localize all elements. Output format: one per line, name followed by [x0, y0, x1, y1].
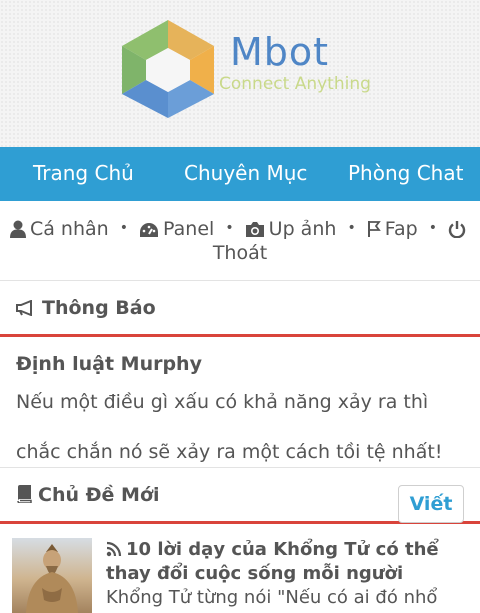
- separator: •: [347, 220, 356, 236]
- confucius-statue-image: [26, 544, 78, 613]
- user-icon: [9, 220, 26, 238]
- announcement-text: Nếu một điều gì xấu có khả năng xảy ra t…: [16, 391, 443, 463]
- panel-label: Panel: [163, 217, 215, 240]
- brand-name: Mbot: [230, 30, 330, 74]
- brand-tagline: Connect Anything: [219, 74, 371, 94]
- book-icon: [17, 485, 32, 503]
- announcement-heading: Thông Báo: [16, 297, 156, 319]
- separator: •: [428, 220, 437, 236]
- site-header: Mbot Connect Anything: [0, 0, 480, 147]
- separator: •: [225, 220, 234, 236]
- profile-label: Cá nhân: [29, 217, 109, 240]
- mbot-logo-icon[interactable]: [118, 18, 218, 120]
- profile-link[interactable]: Cá nhân: [9, 217, 109, 240]
- upload-link[interactable]: Up ảnh: [245, 217, 337, 240]
- topic-title-text: 10 lời dạy của Khổng Tử có thể thay đổi …: [106, 539, 439, 584]
- fap-label: Fap: [384, 217, 418, 240]
- announcement-title: Định luật Murphy: [16, 353, 202, 375]
- nav-item-home[interactable]: Trang Chủ: [33, 161, 134, 185]
- topic-thumbnail[interactable]: [12, 538, 92, 613]
- write-topic-button[interactable]: Viết: [398, 485, 464, 523]
- upload-label: Up ảnh: [268, 217, 337, 240]
- logout-icon-link[interactable]: [448, 218, 470, 240]
- user-menu: Cá nhân • Panel • Up ảnh • Fap • Thoát: [0, 201, 480, 281]
- topic-title[interactable]: 10 lời dạy của Khổng Tử có thể thay đổi …: [106, 538, 468, 586]
- new-topics-heading-label: Chủ Đề Mới: [38, 484, 160, 506]
- flag-icon: [367, 220, 381, 237]
- main-navbar: Trang Chủ Chuyên Mục Phòng Chat: [0, 147, 480, 201]
- logout-label[interactable]: Thoát: [213, 242, 267, 264]
- fap-link[interactable]: Fap: [367, 218, 418, 240]
- announcement-item: Định luật Murphy Nếu một điều gì xấu có …: [0, 337, 480, 519]
- dashboard-icon: [140, 222, 159, 237]
- power-icon: [448, 220, 466, 238]
- new-topics-heading: Chủ Đề Mới: [16, 484, 160, 506]
- separator: •: [119, 220, 128, 236]
- topic-item[interactable]: 10 lời dạy của Khổng Tử có thể thay đổi …: [0, 528, 480, 613]
- nav-item-chat-room[interactable]: Phòng Chat: [348, 161, 463, 185]
- topic-excerpt: Khổng Tử từng nói "Nếu có ai đó nhổ: [106, 587, 438, 608]
- nav-item-categories[interactable]: Chuyên Mục: [184, 161, 307, 185]
- announcement-heading-label: Thông Báo: [42, 297, 156, 319]
- camera-icon: [245, 221, 264, 237]
- panel-link[interactable]: Panel: [139, 218, 214, 240]
- rss-icon: [106, 541, 122, 557]
- bullhorn-icon: [16, 300, 32, 316]
- announcement-header: Thông Báo: [0, 281, 480, 337]
